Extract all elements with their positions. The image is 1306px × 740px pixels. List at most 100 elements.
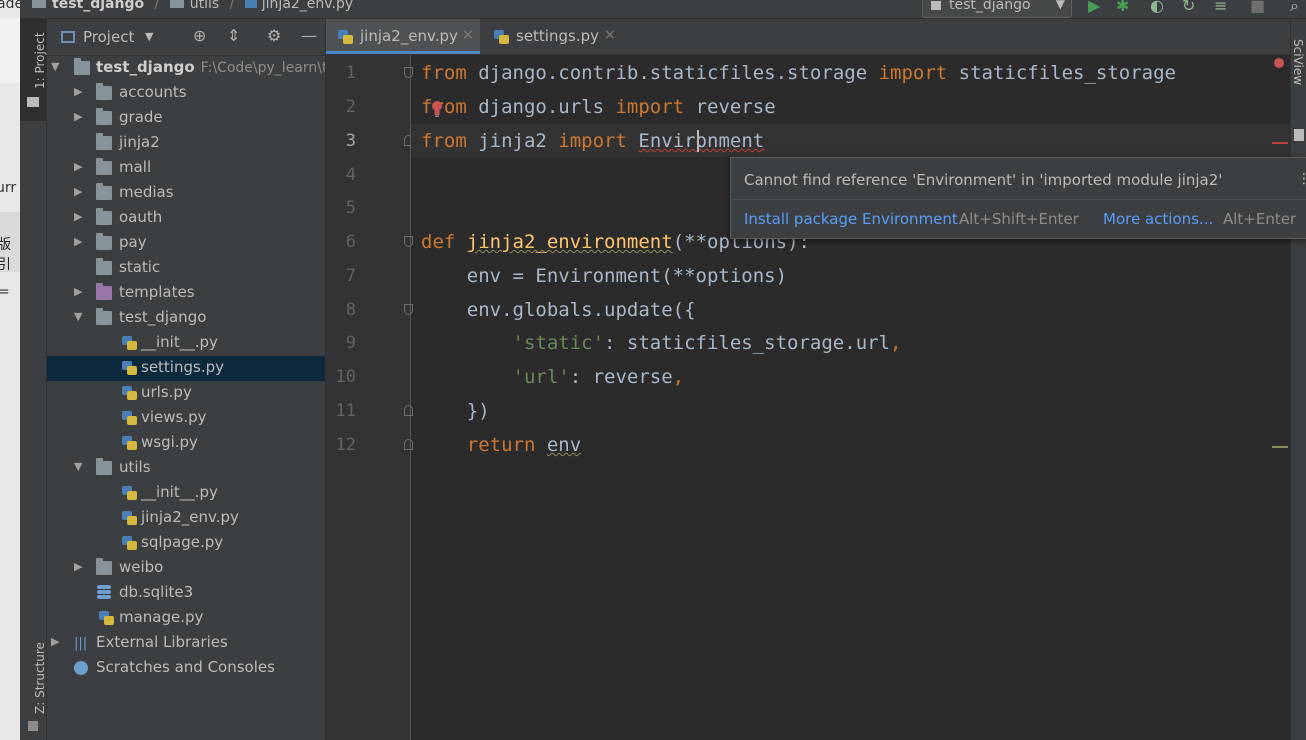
folder-icon xyxy=(96,133,112,150)
tree-item[interactable]: jinja2_env.py xyxy=(47,506,325,531)
code-line-12[interactable]: return env xyxy=(421,428,581,462)
tab-jinja2-env[interactable]: jinja2_env.py × xyxy=(326,19,480,54)
tree-item-label: test_django xyxy=(119,308,207,326)
tree-item[interactable]: ▶ accounts xyxy=(47,81,325,106)
tree-item[interactable]: ▶ oauth xyxy=(47,206,325,231)
error-indicator-icon[interactable] xyxy=(1274,58,1284,68)
function-name-token: jinja2_environment xyxy=(466,231,673,253)
code-line-8[interactable]: env.globals.update({ xyxy=(421,293,696,327)
python-file-icon xyxy=(122,511,138,525)
tool-tab-project[interactable]: 1: Project xyxy=(20,19,47,121)
code-token: jinja2 xyxy=(466,130,559,152)
tree-root[interactable]: ▼ test_django F:\Code\py_learn\t xyxy=(47,56,325,81)
tree-item[interactable]: ▼ test_django xyxy=(47,306,325,331)
tree-item[interactable]: sqlpage.py xyxy=(47,531,325,556)
code-line-2[interactable]: from django.urls import reverse xyxy=(421,90,776,124)
tool-tab-structure[interactable]: Z: Structure xyxy=(20,619,47,734)
close-icon[interactable]: × xyxy=(604,27,616,43)
code-token: env xyxy=(546,434,582,456)
more-options-icon[interactable]: ⋮ xyxy=(1297,171,1306,187)
project-view-select[interactable]: Project xyxy=(83,28,134,46)
folder-icon xyxy=(32,0,46,8)
code-line-7[interactable]: env = Environment(**options) xyxy=(421,259,787,293)
tree-item[interactable]: ▶ templates xyxy=(47,281,325,306)
coverage-icon[interactable]: ◐ xyxy=(1150,0,1164,15)
tree-item-selected[interactable]: settings.py xyxy=(47,356,325,381)
install-package-link[interactable]: Install package Environment xyxy=(744,210,958,228)
chevron-right-icon: ▶ xyxy=(74,560,83,573)
tree-item[interactable]: ▶ grade xyxy=(47,106,325,131)
breadcrumb-folder[interactable]: utils xyxy=(190,0,219,12)
tab-settings[interactable]: settings.py × xyxy=(482,19,622,54)
tree-item[interactable]: manage.py xyxy=(47,606,325,631)
tree-item[interactable]: Scratches and Consoles xyxy=(47,656,325,681)
code-line-11[interactable]: }) xyxy=(421,394,490,428)
chevron-down-icon[interactable]: ▼ xyxy=(145,30,153,43)
background-text: 版引 xyxy=(0,237,11,273)
breadcrumb-project[interactable]: test_django xyxy=(52,0,144,12)
tree-item[interactable]: ▶ pay xyxy=(47,231,325,256)
inspection-message: Cannot find reference 'Environment' in '… xyxy=(744,171,1223,189)
more-actions-link[interactable]: More actions... xyxy=(1103,210,1213,228)
collapse-all-icon[interactable]: ⇕ xyxy=(227,26,240,45)
close-icon[interactable]: × xyxy=(462,27,474,43)
python-file-icon xyxy=(122,436,138,450)
search-icon[interactable]: ⌕ xyxy=(1290,0,1299,16)
gear-icon[interactable]: ⚙ xyxy=(267,26,281,45)
tree-item[interactable]: db.sqlite3 xyxy=(47,581,325,606)
profile-icon[interactable]: ↻ xyxy=(1182,0,1195,15)
error-bulb-icon[interactable] xyxy=(430,100,444,118)
tree-item-label: static xyxy=(119,258,161,276)
tree-item[interactable]: __init__.py xyxy=(47,331,325,356)
tree-item[interactable]: static xyxy=(47,256,325,281)
run-configuration-select[interactable]: test_django ▼ xyxy=(922,0,1072,18)
fold-marker-icon[interactable] xyxy=(404,304,413,315)
keyword-token: import xyxy=(558,130,627,152)
folder-icon xyxy=(96,233,112,250)
background-text: = xyxy=(0,284,10,300)
tree-item[interactable]: ▶ ||| External Libraries xyxy=(47,631,325,656)
tree-item[interactable]: ▶ weibo xyxy=(47,556,325,581)
fold-marker-icon[interactable] xyxy=(404,439,413,450)
tree-item-label: accounts xyxy=(119,83,187,101)
code-line-1[interactable]: from django.contrib.staticfiles.storage … xyxy=(421,56,1176,90)
code-line-3[interactable]: from jinja2 import Environment xyxy=(421,124,764,158)
warning-stripe-mark[interactable] xyxy=(1272,446,1288,448)
error-stripe-mark[interactable] xyxy=(1272,142,1288,144)
tree-item[interactable]: wsgi.py xyxy=(47,431,325,456)
folder-icon xyxy=(96,158,112,175)
database-icon[interactable] xyxy=(1294,129,1304,141)
debug-icon[interactable]: ✱ xyxy=(1116,0,1129,15)
fold-marker-icon[interactable] xyxy=(404,236,413,247)
fold-marker-icon[interactable] xyxy=(404,67,413,78)
folder-icon xyxy=(96,258,112,275)
folder-icon xyxy=(96,308,112,325)
python-file-icon xyxy=(494,30,510,44)
tree-item[interactable]: urls.py xyxy=(47,381,325,406)
code-line-9[interactable]: 'static': staticfiles_storage.url, xyxy=(421,326,902,360)
concurrency-icon[interactable]: ≡ xyxy=(1214,0,1227,15)
tree-item[interactable]: ▼ utils xyxy=(47,456,325,481)
tree-item[interactable]: jinja2 xyxy=(47,131,325,156)
run-icon[interactable]: ▶ xyxy=(1088,0,1100,15)
code-line-10[interactable]: 'url': reverse, xyxy=(421,360,685,394)
tree-item[interactable]: ▶ mall xyxy=(47,156,325,181)
stop-icon[interactable]: ■ xyxy=(1250,0,1265,15)
folder-icon xyxy=(74,58,90,75)
locate-icon[interactable]: ⊕ xyxy=(193,26,206,45)
editor-tab-bar: jinja2_env.py × settings.py × xyxy=(326,19,1306,55)
project-view-icon xyxy=(61,31,75,43)
python-file-icon xyxy=(244,0,257,8)
chevron-right-icon: ▶ xyxy=(74,110,83,123)
hide-icon[interactable]: — xyxy=(301,26,317,45)
python-file-icon xyxy=(122,386,138,400)
breadcrumb-file[interactable]: jinja2_env.py xyxy=(262,0,353,12)
tree-item[interactable]: __init__.py xyxy=(47,481,325,506)
sciview-tab[interactable]: SciView xyxy=(1291,39,1305,85)
tree-item[interactable]: ▶ medias xyxy=(47,181,325,206)
code-token: }) xyxy=(421,400,490,422)
fold-marker-icon[interactable] xyxy=(404,405,413,416)
tree-item[interactable]: views.py xyxy=(47,406,325,431)
